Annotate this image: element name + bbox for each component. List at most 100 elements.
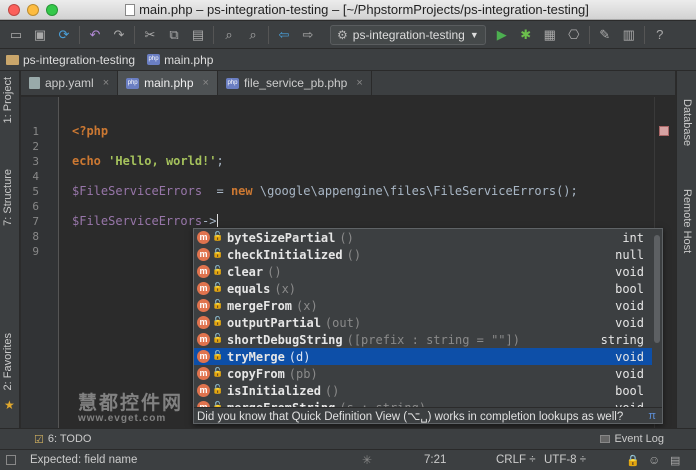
synchronize-icon[interactable]: ⟳ xyxy=(54,25,74,45)
public-visibility-icon: 🔓 xyxy=(212,266,224,276)
copy-icon[interactable]: ⧉ xyxy=(164,25,184,45)
line-separator-select[interactable]: CRLF ÷ xyxy=(496,454,536,466)
tab-remote-host[interactable]: Remote Host xyxy=(681,189,693,253)
completion-item[interactable]: m 🔓 mergeFrom (x) void xyxy=(194,297,652,314)
close-icon[interactable]: × xyxy=(356,77,362,89)
method-args: ([prefix : string = ""]) xyxy=(346,332,520,347)
tab-main-php[interactable]: php main.php × xyxy=(118,71,218,95)
scrollbar-thumb[interactable] xyxy=(654,235,660,343)
completion-item-selected[interactable]: m 🔓 tryMerge (d) void xyxy=(194,348,652,365)
code-token: ; xyxy=(216,154,224,168)
keyword: new xyxy=(230,184,253,198)
return-type: void xyxy=(615,315,644,330)
method-icon: m xyxy=(197,350,210,363)
tab-app-yaml[interactable]: app.yaml × xyxy=(21,71,119,95)
line-number: 9 xyxy=(32,245,39,258)
public-visibility-icon: 🔓 xyxy=(212,334,224,344)
completion-item[interactable]: m 🔓 isInitialized() bool xyxy=(194,382,652,399)
stop-listening-icon[interactable]: ⎔ xyxy=(564,25,584,45)
method-args: () xyxy=(339,230,354,245)
cut-icon[interactable]: ✂ xyxy=(140,25,160,45)
hector-icon[interactable]: ☺ xyxy=(648,453,660,467)
completion-item[interactable]: m 🔓 byteSizePartial() int xyxy=(194,229,652,246)
completion-item[interactable]: m 🔓 outputPartial (out) void xyxy=(194,314,652,331)
caret-position[interactable]: 7:21 xyxy=(424,454,446,466)
redo-icon[interactable]: ↷ xyxy=(109,25,129,45)
close-window-button[interactable] xyxy=(8,3,20,16)
tool-window-bar: ☑ 6: TODO Event Log xyxy=(0,428,696,449)
method-args: () xyxy=(324,383,340,398)
pi-icon[interactable]: π xyxy=(648,410,656,422)
encoding-select[interactable]: UTF-8 ÷ xyxy=(544,454,586,466)
tab-structure[interactable]: 7: Structure xyxy=(2,169,14,226)
todo-tool-button[interactable]: ☑ 6: TODO xyxy=(34,433,91,446)
replace-icon[interactable]: ⌕ xyxy=(243,25,263,45)
toolbar-separator xyxy=(643,25,645,44)
tab-database[interactable]: Database xyxy=(681,99,693,146)
completion-item[interactable]: m 🔓 checkInitialized() null xyxy=(194,246,652,263)
help-icon[interactable]: ? xyxy=(650,25,670,45)
folder-icon xyxy=(6,54,19,65)
code-line: echo 'Hello, world!'; xyxy=(72,154,224,168)
yaml-file-icon xyxy=(29,77,40,89)
popup-scrollbar[interactable] xyxy=(652,229,662,407)
run-configuration-select[interactable]: ⚙ ps-integration-testing ▼ xyxy=(330,24,486,45)
minimize-window-button[interactable] xyxy=(27,3,39,16)
zoom-window-button[interactable] xyxy=(46,3,58,16)
completion-item[interactable]: m 🔓 equals (x) bool xyxy=(194,280,652,297)
return-type: void xyxy=(615,264,644,279)
line-number: 8 xyxy=(32,230,39,243)
keyword: echo xyxy=(72,154,101,168)
close-icon[interactable]: × xyxy=(103,77,109,89)
editor-area[interactable] xyxy=(60,97,675,124)
method-icon: m xyxy=(197,231,210,244)
php-open-tag: <?php xyxy=(72,124,109,138)
completion-item[interactable]: m 🔓 clear() void xyxy=(194,263,652,280)
method-args: (out) xyxy=(324,315,362,330)
event-log-button[interactable]: Event Log xyxy=(600,433,664,445)
forward-icon[interactable]: ⇨ xyxy=(298,25,318,45)
return-type: null xyxy=(615,247,644,262)
completion-popup: m 🔓 byteSizePartial() int m 🔓 checkInitial… xyxy=(193,228,663,424)
toolbar-separator xyxy=(268,25,269,44)
code-token: -> xyxy=(202,214,217,228)
undo-icon[interactable]: ↶ xyxy=(85,25,105,45)
return-type: void xyxy=(615,298,644,313)
open-folder-icon[interactable]: ▭ xyxy=(6,25,26,45)
return-type: void xyxy=(615,349,644,364)
breadcrumb-file[interactable]: php main.php xyxy=(147,53,225,67)
run-config-icon: ⚙ xyxy=(337,27,348,42)
completion-item[interactable]: m 🔓 shortDebugString ([prefix : string = "… xyxy=(194,331,652,348)
lock-icon[interactable]: 🔒 xyxy=(626,454,640,467)
php-file-icon: php xyxy=(126,77,140,89)
save-all-icon[interactable]: ▣ xyxy=(30,25,50,45)
status-square-icon[interactable] xyxy=(6,455,16,465)
public-visibility-icon: 🔓 xyxy=(212,300,224,310)
project-structure-icon[interactable]: ▥ xyxy=(619,25,639,45)
window-title-container: main.php – ps-integration-testing – [~/P… xyxy=(58,2,696,17)
method-args: (x) xyxy=(296,298,318,313)
error-stripe-marker[interactable] xyxy=(659,126,669,136)
line-number: 3 xyxy=(32,155,39,168)
line-number: 4 xyxy=(32,170,39,183)
breadcrumb-project[interactable]: ps-integration-testing xyxy=(6,53,147,67)
back-icon[interactable]: ⇦ xyxy=(274,25,294,45)
settings-icon[interactable]: ✎ xyxy=(595,25,615,45)
tab-project[interactable]: 1: Project xyxy=(2,77,14,123)
coverage-icon[interactable]: ▦ xyxy=(540,25,560,45)
public-visibility-icon: 🔓 xyxy=(212,317,224,327)
find-icon[interactable]: ⌕ xyxy=(219,25,239,45)
close-icon[interactable]: × xyxy=(203,77,209,89)
tab-favorites[interactable]: 2: Favorites xyxy=(2,333,14,390)
tab-file-service-pb[interactable]: php file_service_pb.php × xyxy=(218,71,372,95)
run-icon[interactable]: ▶ xyxy=(492,25,512,45)
paste-icon[interactable]: ▤ xyxy=(188,25,208,45)
memory-icon[interactable]: ▤ xyxy=(670,454,680,467)
method-args: () xyxy=(267,264,282,279)
code-line: $FileServiceErrors-> xyxy=(72,214,218,228)
debug-icon[interactable]: ✱ xyxy=(516,25,536,45)
method-name: isInitialized xyxy=(227,383,321,398)
method-icon: m xyxy=(197,299,210,312)
completion-item[interactable]: m 🔓 copyFrom (pb) void xyxy=(194,365,652,382)
todo-label: 6: TODO xyxy=(47,433,92,445)
